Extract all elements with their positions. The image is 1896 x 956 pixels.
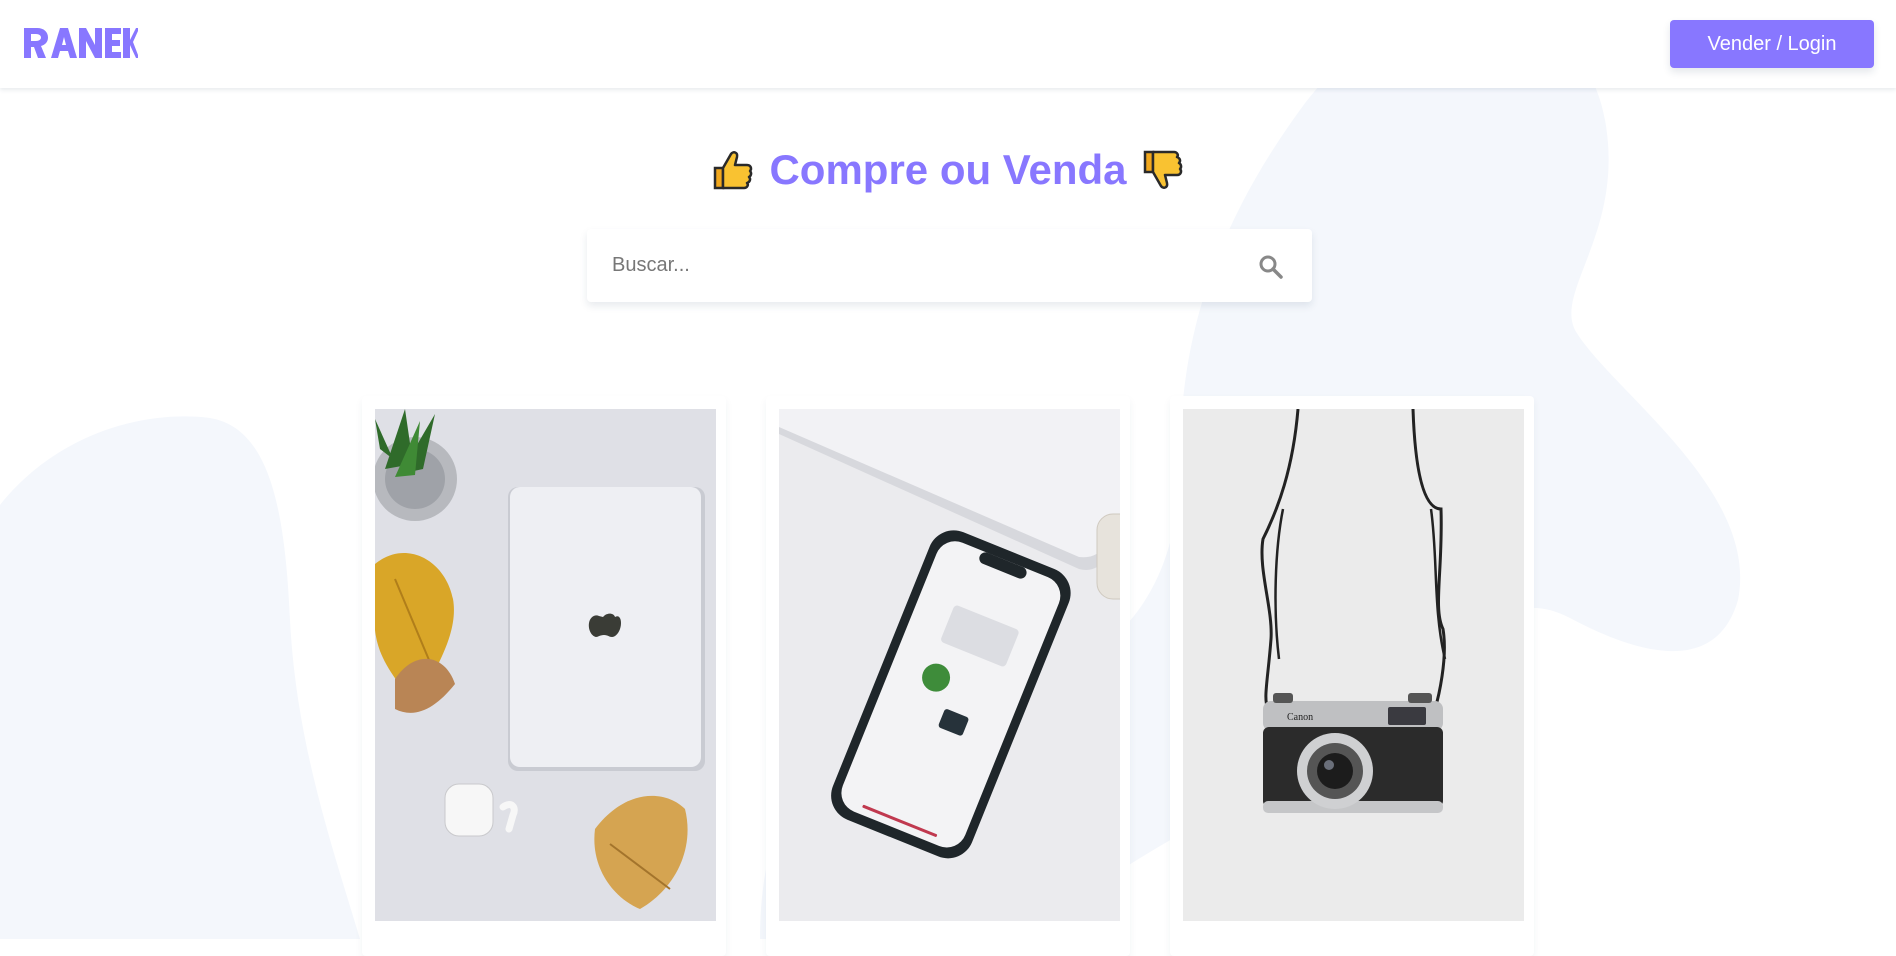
product-image-laptop[interactable] xyxy=(375,409,716,921)
ranek-logo[interactable] xyxy=(24,28,138,63)
ranek-logo-mark xyxy=(24,28,138,58)
thumbs-up-icon xyxy=(714,151,753,190)
product-card[interactable] xyxy=(766,396,1130,956)
laptop-photo xyxy=(375,409,716,921)
search-bar xyxy=(587,229,1312,302)
product-card[interactable]: Canon xyxy=(1170,396,1534,956)
thumbs-down-icon xyxy=(1143,150,1182,189)
svg-text:Canon: Canon xyxy=(1287,712,1313,723)
search-input[interactable] xyxy=(612,229,1232,302)
product-card[interactable] xyxy=(362,396,726,956)
hero-title: Compre ou Venda xyxy=(0,140,1896,200)
hero-title-text: Compre ou Venda xyxy=(769,146,1127,193)
search-icon[interactable] xyxy=(1258,254,1284,285)
top-navbar: Vender / Login xyxy=(0,0,1896,88)
product-image-camera[interactable]: Canon xyxy=(1183,409,1524,921)
camera-photo: Canon xyxy=(1183,409,1524,921)
smartphone-photo xyxy=(779,409,1120,921)
product-image-smartphone[interactable] xyxy=(779,409,1120,921)
sell-login-button[interactable]: Vender / Login xyxy=(1670,20,1874,68)
